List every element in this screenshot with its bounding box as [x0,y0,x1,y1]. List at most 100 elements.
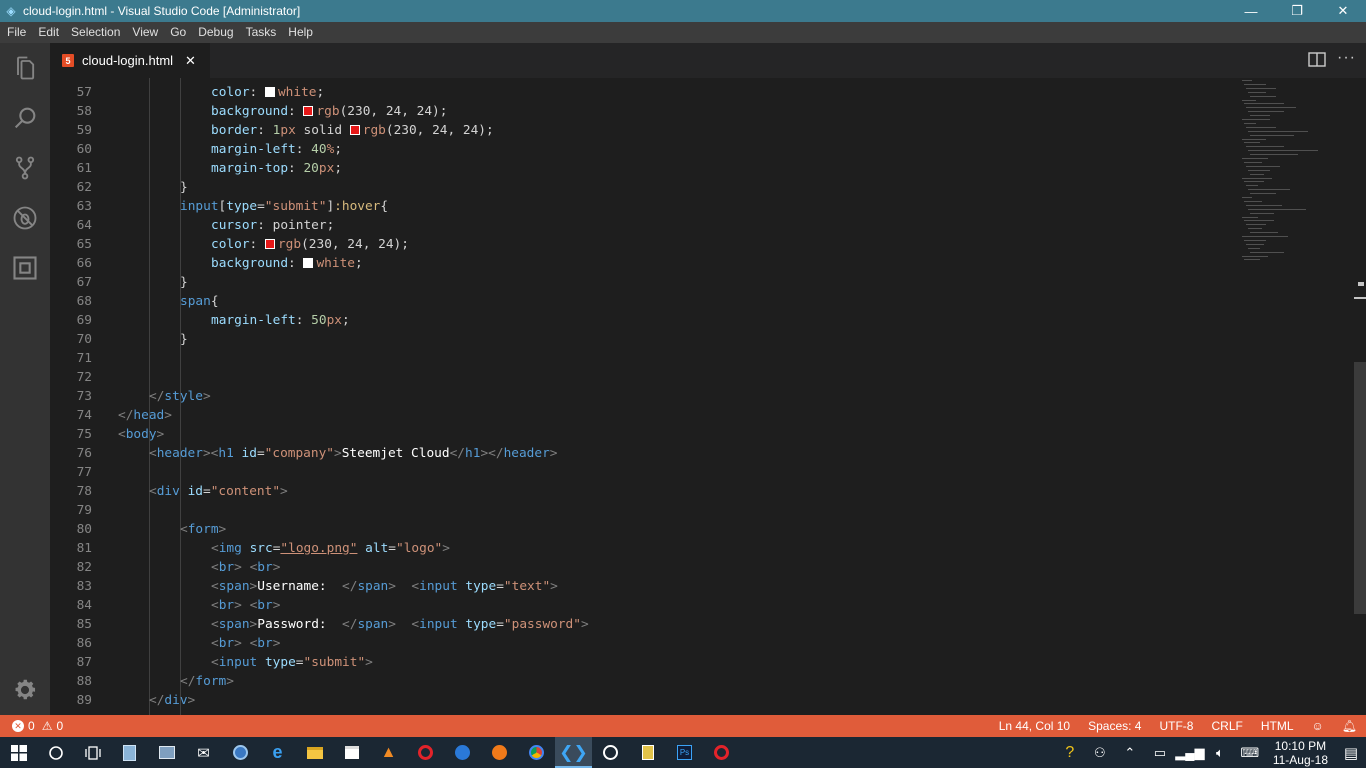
obs-icon[interactable] [592,737,629,768]
code-line[interactable]: 68 span{ [50,292,1230,311]
line-ending[interactable]: CRLF [1202,719,1251,733]
game-icon[interactable] [629,737,666,768]
color-swatch[interactable] [303,106,314,116]
volume-icon[interactable]: 🔈︎ [1205,745,1235,761]
color-swatch[interactable] [264,87,275,97]
code-line[interactable]: 59 border: 1px solid rgb(230, 24, 24); [50,121,1230,140]
scrollbar[interactable] [1354,362,1366,614]
code-line[interactable]: 87 <input type="submit"> [50,653,1230,672]
signal-icon[interactable]: ▂▄▆ [1175,745,1205,761]
network-icon[interactable] [222,737,259,768]
debug-icon[interactable] [0,193,50,243]
store-icon[interactable] [333,737,370,768]
minimap[interactable] [1238,78,1358,278]
split-editor-icon[interactable] [1308,52,1326,68]
code-line[interactable]: 83 <span>Username: </span> <input type="t… [50,577,1230,596]
source-control-icon[interactable] [0,143,50,193]
battery-icon[interactable]: ▭ [1145,745,1175,761]
photos-icon[interactable] [148,737,185,768]
code-line[interactable]: 71 [50,349,1230,368]
restore-button[interactable]: ❐ [1274,0,1320,22]
chevron-up-icon[interactable]: ⌃ [1115,745,1145,761]
opera-icon[interactable] [407,737,444,768]
firefox-dev-icon[interactable] [444,737,481,768]
cursor-position[interactable]: Ln 44, Col 10 [990,719,1079,733]
code-line[interactable]: 72 [50,368,1230,387]
photoshop-icon[interactable]: Ps [666,737,703,768]
task-view-icon[interactable] [74,737,111,768]
code-line[interactable]: 65 color: rgb(230, 24, 24); [50,235,1230,254]
search-icon[interactable] [0,93,50,143]
menu-debug[interactable]: Debug [192,22,239,43]
language-mode[interactable]: HTML [1252,719,1303,733]
code-line[interactable]: 84 <br> <br> [50,596,1230,615]
vlc-icon[interactable]: ▲ [370,737,407,768]
extensions-icon[interactable] [0,243,50,293]
code-line[interactable]: 82 <br> <br> [50,558,1230,577]
code-line[interactable]: 85 <span>Password: </span> <input type="p… [50,615,1230,634]
code-line[interactable]: 61 margin-top: 20px; [50,159,1230,178]
code-line[interactable]: 79 [50,501,1230,520]
opera-red-icon[interactable] [703,737,740,768]
code-line[interactable]: 75 <body> [50,425,1230,444]
line-code: background: rgb(230, 24, 24); [211,104,448,119]
files-icon[interactable] [0,43,50,93]
code-line[interactable]: 67} [50,273,1230,292]
indentation[interactable]: Spaces: 4 [1079,719,1150,733]
code-line[interactable]: 77 [50,463,1230,482]
code-line[interactable]: 58 background: rgb(230, 24, 24); [50,102,1230,121]
clock[interactable]: 10:10 PM 11-Aug-18 [1265,739,1336,767]
firefox-icon[interactable] [481,737,518,768]
close-button[interactable]: ✕ [1320,0,1366,22]
problems-indicator[interactable]: ✕ 0 ⚠ 0 [0,719,63,733]
people-icon[interactable]: ⚇ [1085,745,1115,761]
start-icon[interactable] [0,737,37,768]
vscode-taskbar-icon[interactable]: ❮❯ [555,737,592,768]
cortana-icon[interactable] [37,737,74,768]
color-swatch[interactable] [349,125,360,135]
code-line[interactable]: 76 <header><h1 id="company">Steemjet Clou… [50,444,1230,463]
code-line[interactable]: 86 <br> <br> [50,634,1230,653]
menu-file[interactable]: File [0,22,32,43]
help-icon[interactable]: ? [1055,744,1085,762]
explorer-icon[interactable] [296,737,333,768]
tab-close-icon[interactable]: ✕ [185,53,196,69]
menu-view[interactable]: View [126,22,164,43]
gear-icon[interactable] [0,665,50,715]
menu-go[interactable]: Go [164,22,192,43]
code-line[interactable]: 69 margin-left: 50px; [50,311,1230,330]
code-line[interactable]: 60 margin-left: 40%; [50,140,1230,159]
code-line[interactable]: 89 </div> [50,691,1230,710]
menu-tasks[interactable]: Tasks [240,22,283,43]
code-line[interactable]: 80 <form> [50,520,1230,539]
code-line[interactable]: 64 cursor: pointer; [50,216,1230,235]
chrome-icon[interactable] [518,737,555,768]
mail-icon[interactable]: ✉ [185,737,222,768]
code-line[interactable]: 62} [50,178,1230,197]
code-editor[interactable]: 57 color: white; 58 background: rgb(230, 24… [50,78,1366,715]
keyboard-icon[interactable]: ⌨ [1235,745,1265,761]
code-line[interactable]: 63 input[type="submit"]:hover{ [50,197,1230,216]
color-swatch[interactable] [264,239,275,249]
notification-bell-icon[interactable]: 🔔︎ [1333,719,1366,733]
menu-edit[interactable]: Edit [32,22,65,43]
notepad-icon[interactable] [111,737,148,768]
code-line[interactable]: 57 color: white; [50,83,1230,102]
color-swatch[interactable] [303,258,314,268]
code-line[interactable]: 73 </style> [50,387,1230,406]
minimize-button[interactable]: — [1228,0,1274,22]
code-line[interactable]: 70} [50,330,1230,349]
encoding[interactable]: UTF-8 [1150,719,1202,733]
code-line[interactable]: 88 </form> [50,672,1230,691]
code-line[interactable]: 74 </head> [50,406,1230,425]
feedback-smiley-icon[interactable]: ☺ [1303,719,1333,733]
more-actions-icon[interactable]: ··· [1337,49,1356,67]
menu-help[interactable]: Help [282,22,319,43]
edge-icon[interactable]: e [259,737,296,768]
action-center-icon[interactable]: ▤ [1336,744,1366,762]
menu-selection[interactable]: Selection [65,22,126,43]
tab-cloud-login[interactable]: 5 cloud-login.html ✕ [50,43,210,78]
code-line[interactable]: 81 <img src="logo.png" alt="logo"> [50,539,1230,558]
code-line[interactable]: 78 <div id="content"> [50,482,1230,501]
code-line[interactable]: 66 background: white; [50,254,1230,273]
